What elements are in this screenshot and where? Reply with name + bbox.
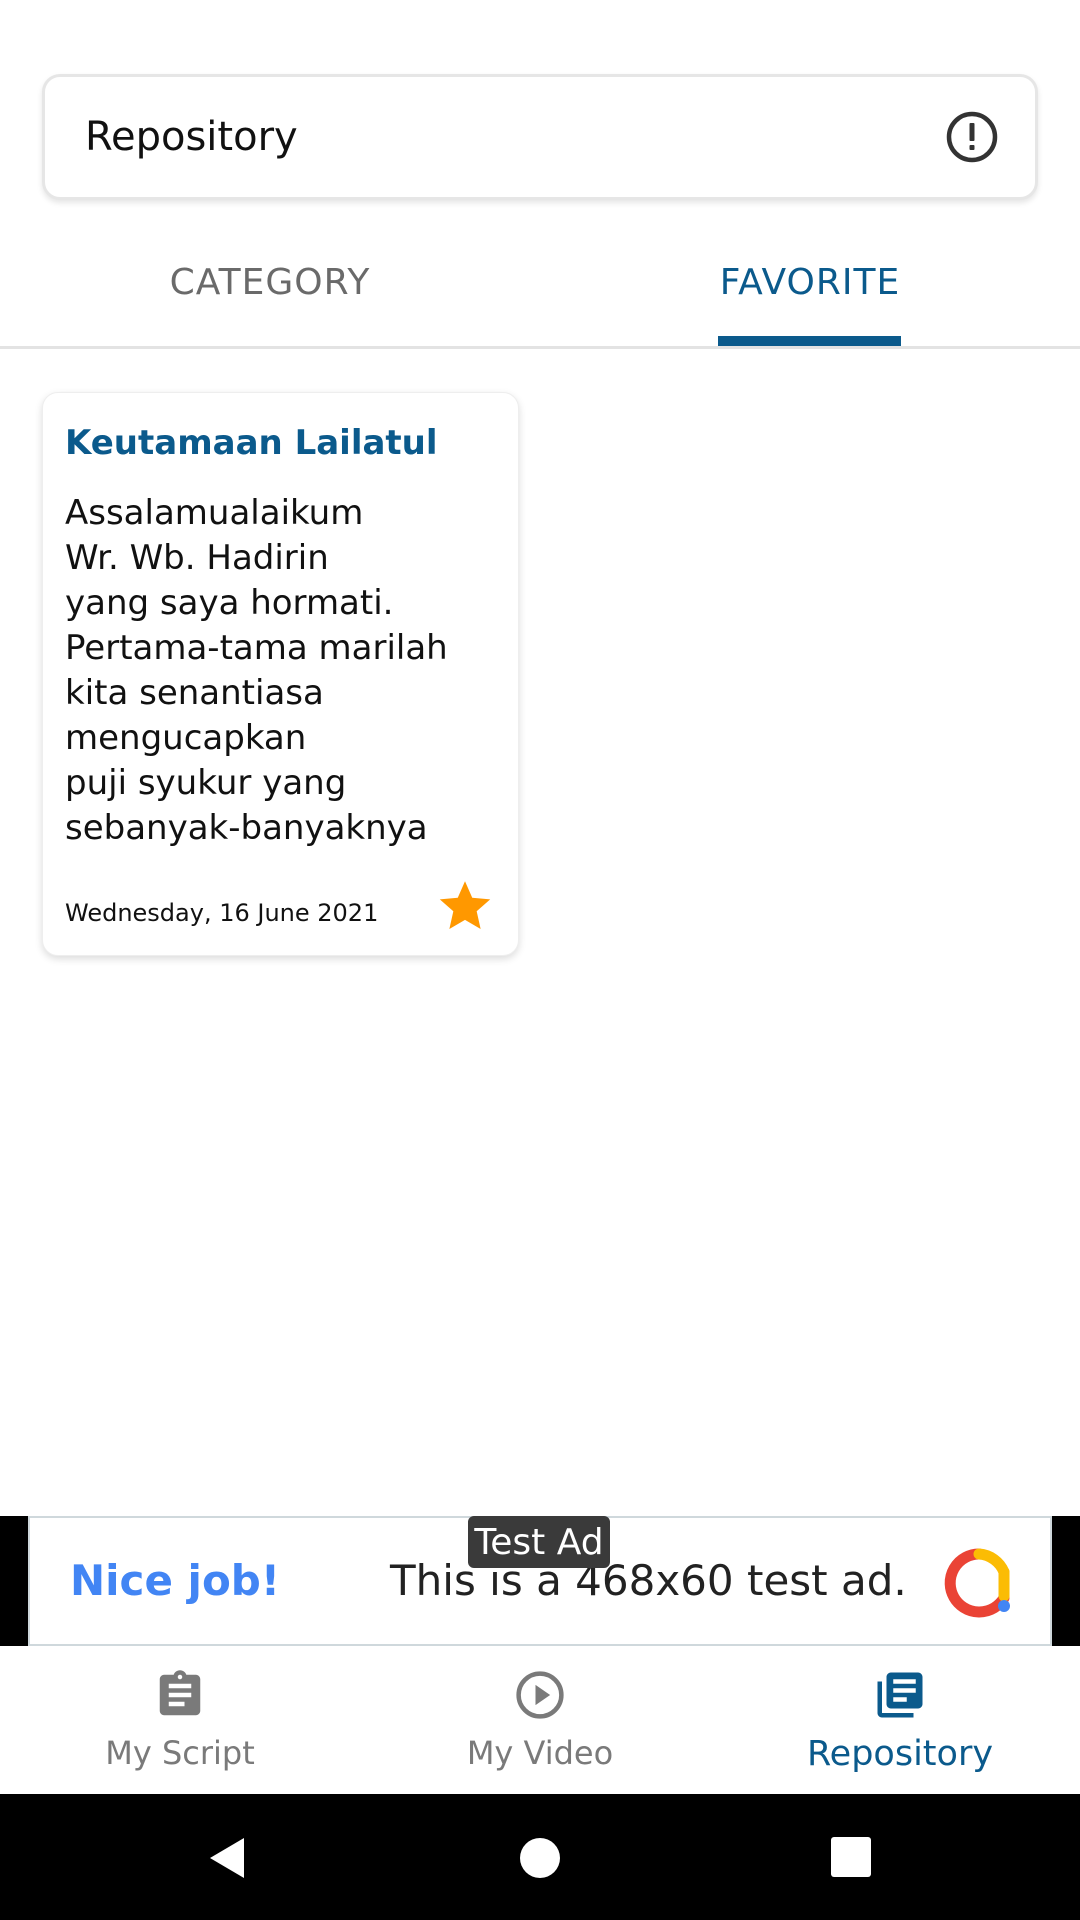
tabs-divider [0, 346, 1080, 349]
nav-my-video[interactable]: My Video [360, 1646, 720, 1794]
script-preview-line: mengucapkan [65, 718, 307, 759]
script-preview-line: yang saya hormati. [65, 583, 394, 624]
script-preview-line: Wr. Wb. Hadirin [65, 538, 329, 579]
script-preview: Assalamualaikum Wr. Wb. Hadirin yang say… [65, 491, 496, 851]
home-icon[interactable] [518, 1836, 562, 1880]
script-title: Keutamaan Lailatul [65, 423, 438, 463]
star-icon[interactable] [437, 877, 493, 933]
nav-repository-label: Repository [806, 1734, 994, 1774]
system-navigation-bar [0, 1794, 1080, 1920]
clipboard-icon [159, 1670, 201, 1716]
bottom-navigation: My Script My Video Repository [0, 1646, 1080, 1794]
script-card[interactable]: Keutamaan Lailatul Assalamualaikum Wr. W… [42, 392, 519, 956]
info-icon[interactable] [945, 110, 999, 164]
recents-icon[interactable] [830, 1836, 872, 1878]
script-preview-line: puji syukur yang [65, 763, 347, 804]
nav-my-video-label: My Video [466, 1734, 614, 1772]
script-preview-line: sebanyak-banyaknya [65, 808, 428, 849]
script-preview-line: Pertama-tama marilah [65, 628, 448, 669]
script-preview-line: Assalamualaikum [65, 493, 364, 534]
back-icon[interactable] [204, 1834, 252, 1882]
tab-category-label: CATEGORY [169, 262, 371, 303]
ad-headline: Nice job! [70, 1556, 281, 1605]
nav-my-script[interactable]: My Script [0, 1646, 360, 1794]
tab-category[interactable]: CATEGORY [0, 232, 540, 348]
ad-logo-icon [944, 1548, 1010, 1618]
test-ad-badge: Test Ad [468, 1516, 610, 1568]
tab-favorite-label: FAVORITE [719, 262, 901, 303]
header-card: Repository [42, 74, 1038, 200]
script-preview-line: kita senantiasa [65, 673, 324, 714]
nav-repository[interactable]: Repository [720, 1646, 1080, 1794]
tab-bar: CATEGORY FAVORITE [0, 232, 1080, 348]
nav-my-script-label: My Script [105, 1734, 255, 1772]
play-circle-icon [516, 1671, 564, 1719]
tab-favorite[interactable]: FAVORITE [540, 232, 1080, 348]
library-books-icon [877, 1672, 923, 1718]
page-title: Repository [85, 114, 298, 160]
script-date: Wednesday, 16 June 2021 [65, 899, 379, 927]
tab-active-indicator [718, 336, 901, 346]
